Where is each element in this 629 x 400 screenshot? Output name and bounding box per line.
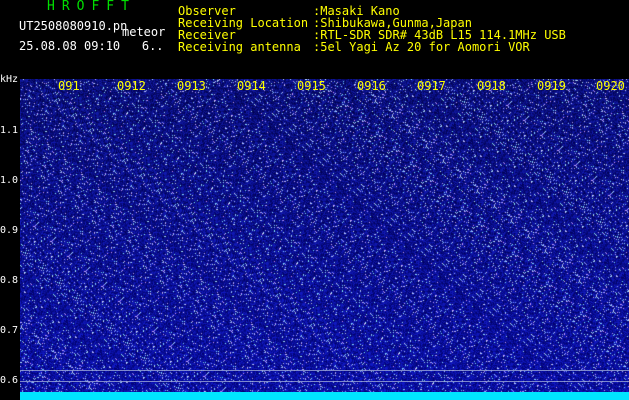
y-tick-label: 1.1 [0,125,19,136]
file-name: UT2508080910.pn [19,19,128,33]
y-axis-unit: kHz [0,74,19,85]
app-title: HROFFT [47,0,136,14]
file-tag: meteor [122,25,166,39]
extra-text: 6.. [141,39,164,53]
y-tick-label: 0.8 [0,275,19,286]
x-tick-label: 0916 [357,79,386,93]
y-tick-label: 1.0 [0,175,19,186]
waterfall-canvas [20,79,629,400]
x-tick-label: 0915 [297,79,326,93]
reference-line [20,381,629,382]
antenna-value: :5el Yagi Az 20 for Aomori VOR [313,40,530,54]
x-tick-label: 0919 [537,79,566,93]
x-tick-label: 091 [58,79,80,93]
x-tick-label: 0914 [237,79,266,93]
x-tick-label: 0913 [177,79,206,93]
x-tick-label: 0912 [117,79,146,93]
timestamp: 25.08.08 09:10 6.. [19,40,164,52]
x-tick-label: 0918 [477,79,506,93]
y-tick-label: 0.9 [0,225,19,236]
x-tick-label: 0920 [596,79,625,93]
waterfall-spectrogram [20,79,629,400]
reference-line [20,370,629,371]
y-tick-label: 0.6 [0,375,19,386]
spectrum-bar [20,392,629,400]
timestamp-text: 25.08.08 09:10 [19,39,121,53]
antenna-label: Receiving antenna [178,40,301,54]
y-tick-label: 0.7 [0,325,19,336]
x-tick-label: 0917 [417,79,446,93]
